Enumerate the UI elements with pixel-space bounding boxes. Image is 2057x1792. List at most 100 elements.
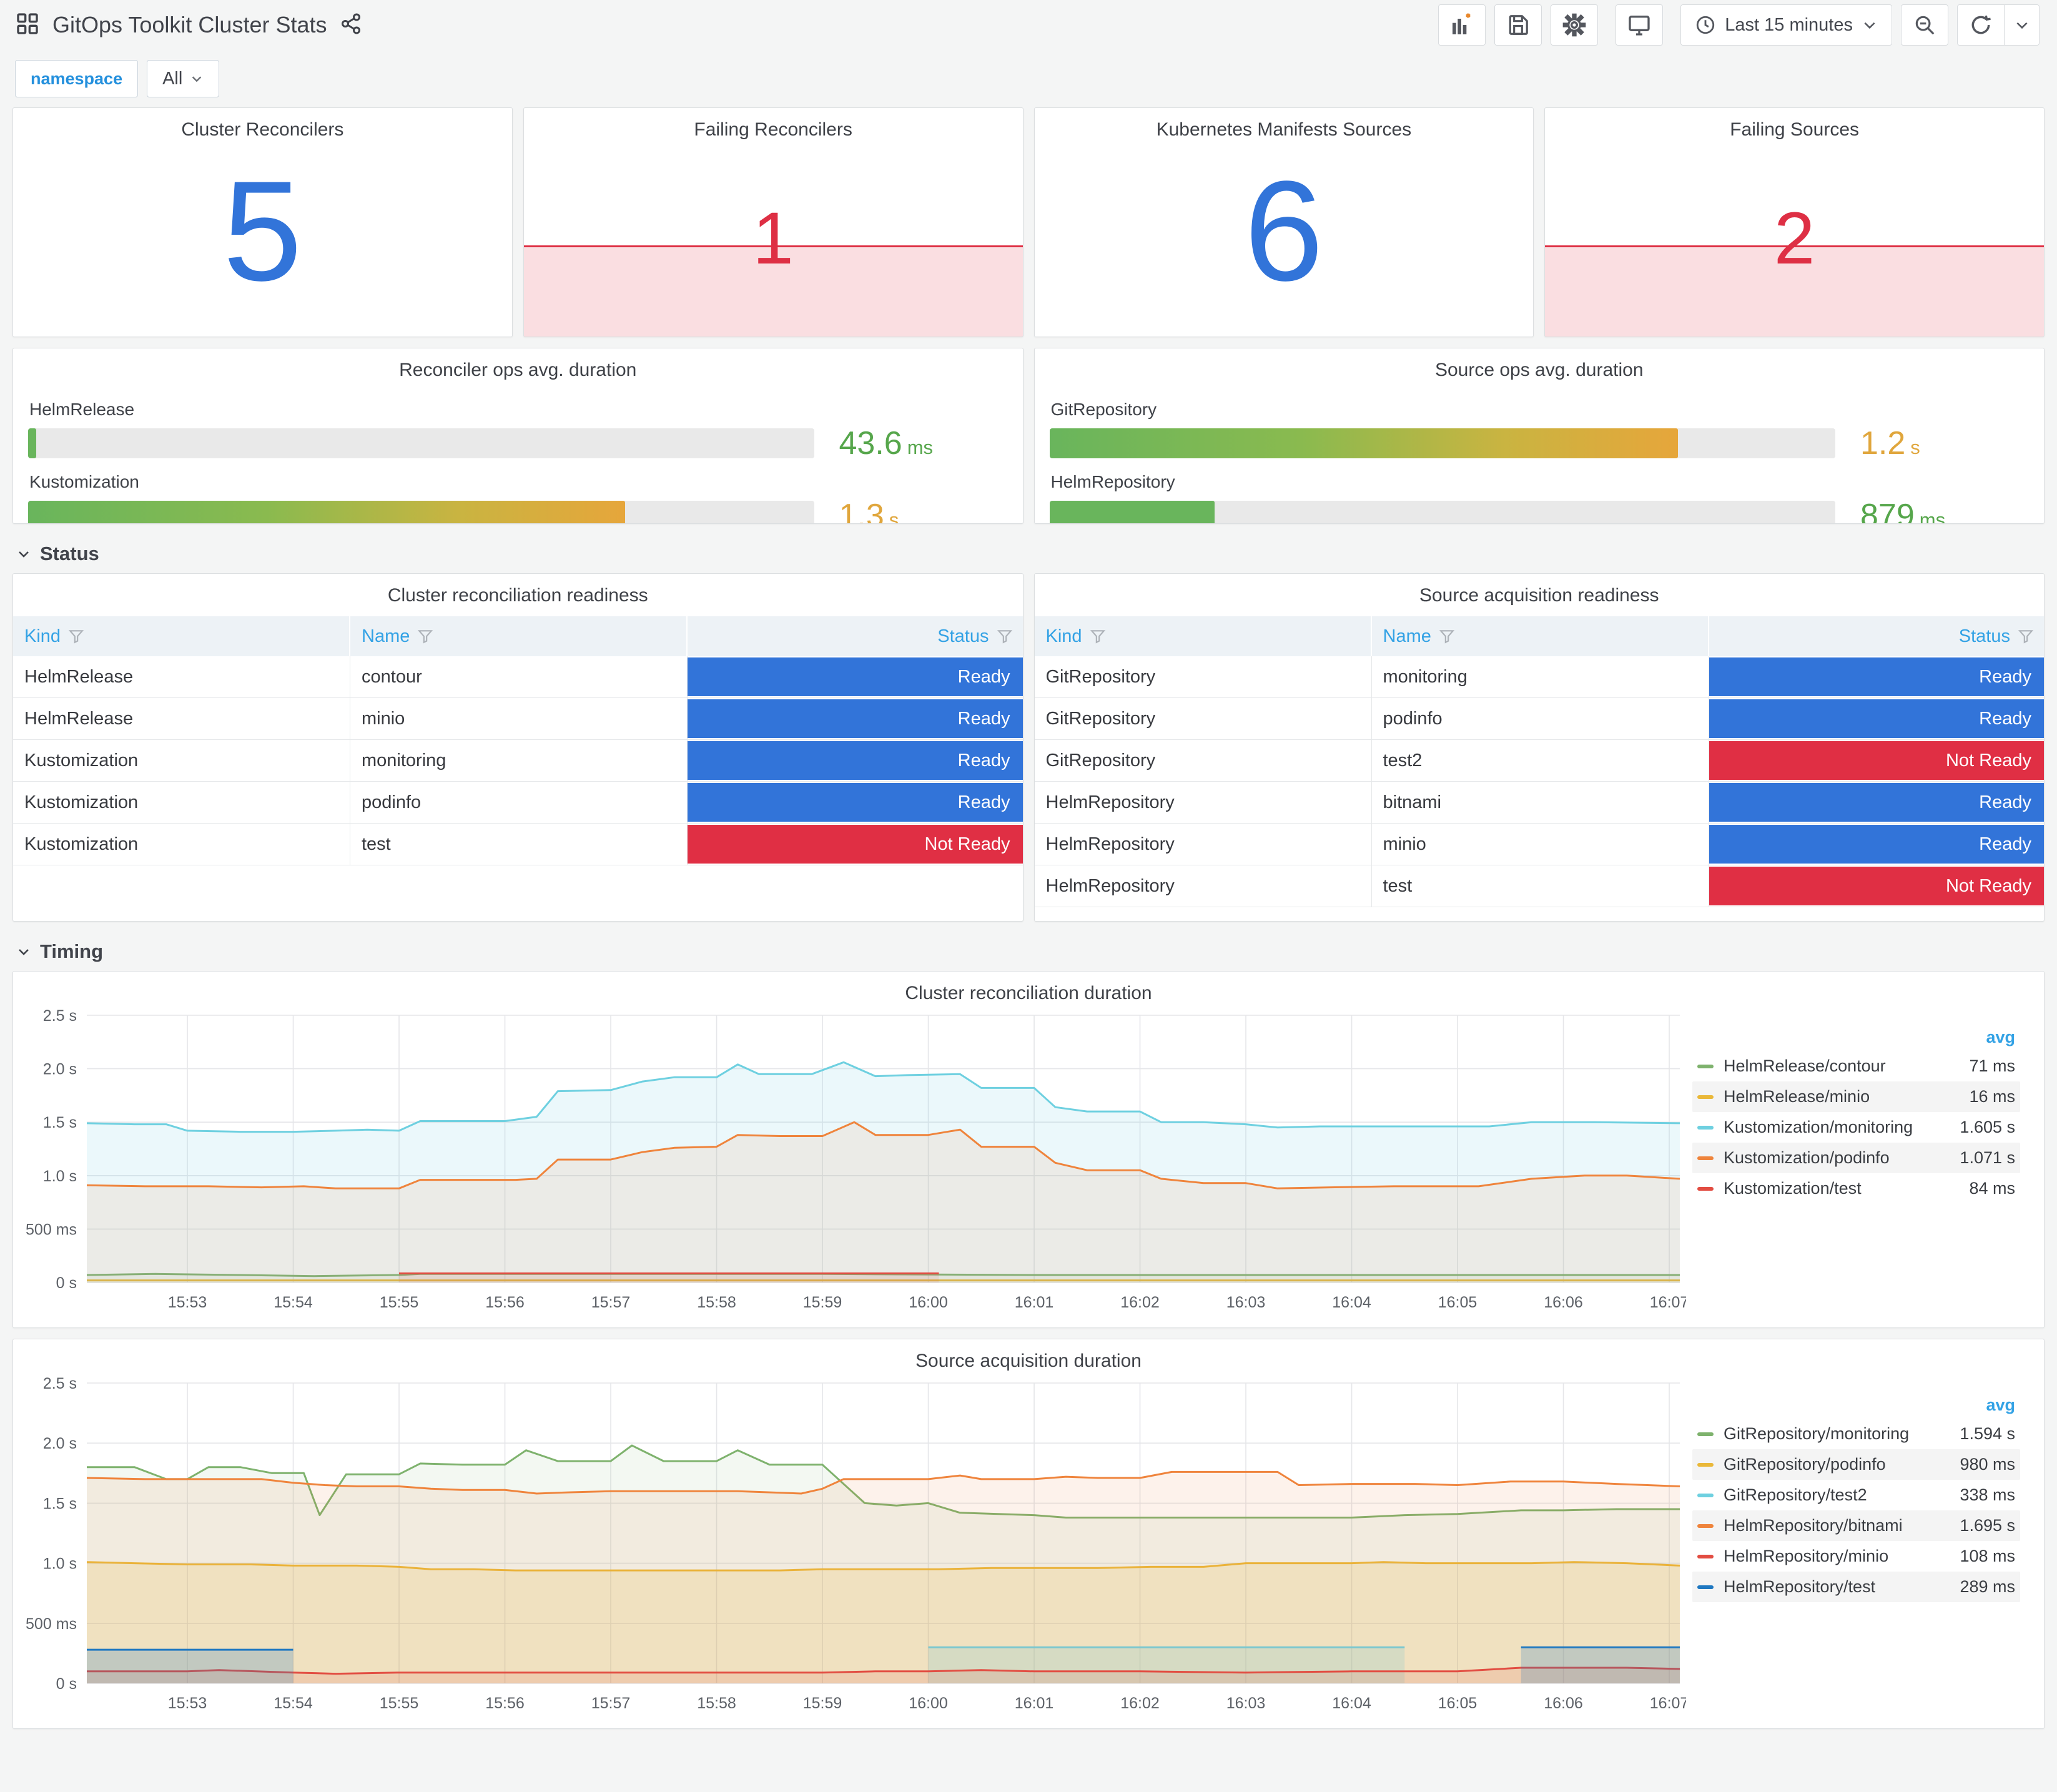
series-name[interactable]: HelmRepository/test [1724, 1577, 1960, 1597]
svg-text:15:58: 15:58 [697, 1294, 736, 1311]
cycle-view-mode-button[interactable] [1616, 4, 1664, 46]
series-name[interactable]: Kustomization/podinfo [1724, 1148, 1960, 1168]
series-name[interactable]: Kustomization/monitoring [1724, 1118, 1960, 1137]
svg-text:1.5 s: 1.5 s [43, 1495, 77, 1512]
cell-kind: HelmRepository [1035, 782, 1372, 823]
refresh-button[interactable] [1957, 4, 2005, 46]
share-icon[interactable] [340, 12, 362, 38]
svg-text:16:00: 16:00 [909, 1695, 948, 1712]
svg-text:15:54: 15:54 [274, 1695, 313, 1712]
panel-cluster-reconciliation-readiness: Cluster reconciliation readiness Kind Nam… [12, 573, 1024, 922]
column-header-status[interactable]: Status [1709, 616, 2045, 656]
column-header-name[interactable]: Name [1372, 616, 1709, 656]
series-avg-value: 1.695 s [1960, 1516, 2015, 1535]
panel-title[interactable]: Reconciler ops avg. duration [26, 348, 1010, 381]
legend-item: HelmRepository/bitnami 1.695 s [1692, 1510, 2020, 1541]
series-name[interactable]: HelmRelease/contour [1724, 1056, 1969, 1076]
panel-title[interactable]: Failing Sources [1545, 108, 2044, 140]
filter-funnel-icon [997, 630, 1012, 644]
dashboards-grid-icon[interactable] [15, 11, 40, 39]
gauge-label: HelmRepository [1050, 472, 1175, 491]
svg-text:15:54: 15:54 [274, 1294, 313, 1311]
cell-name: monitoring [1372, 656, 1709, 697]
refresh-interval-dropdown[interactable] [2005, 4, 2040, 46]
legend-item: Kustomization/monitoring 1.605 s [1692, 1112, 2020, 1143]
panel-title[interactable]: Source acquisition readiness [1035, 574, 2045, 606]
filter-funnel-icon [68, 630, 84, 644]
time-range-picker[interactable]: Last 15 minutes [1680, 4, 1892, 46]
panel-title[interactable]: Source acquisition duration [13, 1339, 2044, 1372]
bar-gauge-row: Kustomization 1.3 s [28, 472, 1008, 523]
svg-text:16:04: 16:04 [1332, 1695, 1371, 1712]
filter-funnel-icon [1090, 630, 1105, 644]
add-panel-button[interactable] [1438, 4, 1486, 46]
gauge-track [28, 501, 814, 523]
time-series-plot[interactable]: 0 s 500 ms 1.0 s 1.5 s 2.0 s 2.5 s 15:53 15:54 1… [17, 1007, 1689, 1317]
svg-text:16:05: 16:05 [1438, 1695, 1477, 1712]
gauge-fill [28, 428, 36, 458]
series-name[interactable]: HelmRepository/bitnami [1724, 1516, 1960, 1535]
svg-text:16:07: 16:07 [1650, 1294, 1686, 1311]
legend-item: Kustomization/podinfo 1.071 s [1692, 1143, 2020, 1173]
time-series-plot[interactable]: 0 s 500 ms 1.0 s 1.5 s 2.0 s 2.5 s 15:53 15:54 1… [17, 1374, 1689, 1718]
panel-title[interactable]: Kubernetes Manifests Sources [1035, 108, 1534, 140]
cell-kind: HelmRelease [13, 698, 350, 739]
svg-text:1.5 s: 1.5 s [43, 1114, 77, 1131]
column-header-kind[interactable]: Kind [13, 616, 350, 656]
series-color-dash [1697, 1432, 1714, 1436]
chevron-down-icon [19, 551, 29, 558]
status-badge: Ready [1709, 783, 2044, 822]
gauge-label: Kustomization [29, 472, 139, 491]
cell-name: minio [350, 698, 688, 739]
namespace-variable-select[interactable]: All [147, 60, 220, 97]
gauge-fill [28, 501, 626, 523]
svg-text:16:01: 16:01 [1015, 1695, 1054, 1712]
legend-item: GitRepository/monitoring 1.594 s [1692, 1419, 2020, 1449]
series-name[interactable]: HelmRepository/minio [1724, 1547, 1960, 1566]
column-header-status[interactable]: Status [688, 616, 1023, 656]
section-row-timing[interactable]: Timing [12, 932, 2045, 971]
series-name[interactable]: GitRepository/monitoring [1724, 1424, 1960, 1444]
section-row-status[interactable]: Status [12, 534, 2045, 573]
panel-title[interactable]: Cluster Reconcilers [13, 108, 512, 140]
zoom-out-time-button[interactable] [1901, 4, 1948, 46]
series-color-dash [1697, 1156, 1714, 1160]
cell-name: podinfo [350, 782, 688, 823]
cell-kind: GitRepository [1035, 698, 1372, 739]
stat-value: 1 [752, 197, 794, 280]
bar-gauge-row: HelmRelease 43.6 ms [28, 400, 1008, 462]
panel-source-acquisition-duration: Source acquisition duration 0 s 500 ms 1.0… [12, 1339, 2045, 1729]
series-name[interactable]: GitRepository/podinfo [1724, 1455, 1960, 1474]
legend-item: HelmRelease/minio 16 ms [1692, 1081, 2020, 1112]
legend-item: GitRepository/podinfo 980 ms [1692, 1449, 2020, 1480]
series-name[interactable]: HelmRelease/minio [1724, 1087, 1969, 1106]
legend-item: HelmRelease/contour 71 ms [1692, 1051, 2020, 1081]
table-row: GitRepository test2 Not Ready [1034, 740, 2044, 782]
panel-failing-reconcilers: Failing Reconcilers 1 [523, 107, 1024, 337]
cell-kind: Kustomization [13, 824, 350, 865]
svg-text:15:55: 15:55 [380, 1294, 419, 1311]
save-dashboard-button[interactable] [1494, 4, 1542, 46]
dashboard-settings-button[interactable] [1551, 4, 1599, 46]
cell-kind: GitRepository [1035, 740, 1372, 781]
svg-text:1.0 s: 1.0 s [43, 1555, 77, 1573]
panel-title[interactable]: Cluster reconciliation duration [13, 972, 2044, 1004]
status-badge: Ready [1709, 699, 2044, 738]
legend-item: HelmRepository/test 289 ms [1692, 1572, 2020, 1602]
legend-value-header[interactable]: avg [1692, 1024, 2020, 1051]
table-row: Kustomization podinfo Ready [13, 782, 1023, 824]
legend-value-header[interactable]: avg [1692, 1392, 2020, 1419]
series-name[interactable]: Kustomization/test [1724, 1179, 1969, 1198]
column-header-kind[interactable]: Kind [1035, 616, 1372, 656]
panel-source-acquisition-readiness: Source acquisition readiness Kind Name Sta… [1033, 573, 2045, 922]
svg-text:2.0 s: 2.0 s [43, 1061, 77, 1078]
cell-kind: Kustomization [13, 782, 350, 823]
status-badge: Not Ready [1709, 867, 2044, 905]
panel-title[interactable]: Source ops avg. duration [1047, 348, 2032, 381]
column-header-name[interactable]: Name [350, 616, 688, 656]
panel-title[interactable]: Failing Reconcilers [524, 108, 1023, 140]
cell-name: podinfo [1372, 698, 1709, 739]
table-row: GitRepository monitoring Ready [1034, 656, 2044, 698]
panel-title[interactable]: Cluster reconciliation readiness [13, 574, 1023, 606]
series-name[interactable]: GitRepository/test2 [1724, 1485, 1960, 1505]
